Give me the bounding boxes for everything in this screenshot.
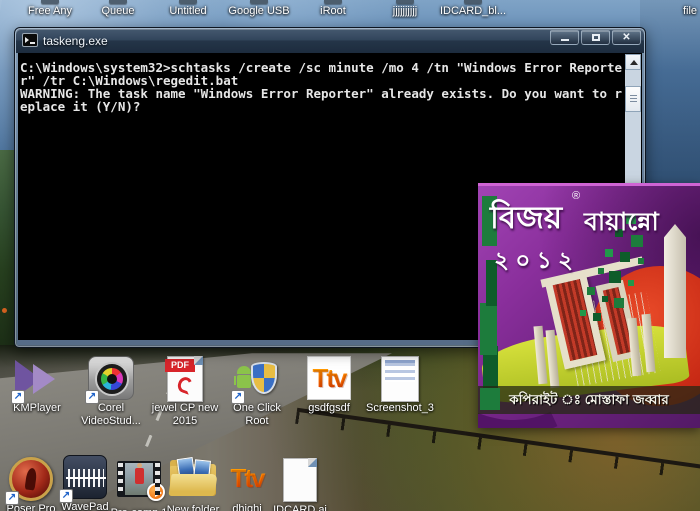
cropped-icon [109,0,127,4]
shortcut-arrow-icon [5,491,19,505]
console-text: C:\Windows\system32>schtasks /create /sc… [20,61,622,113]
poster-brand-text2: বায়ান্নো [584,208,659,236]
spreadsheet-file-icon [376,356,424,402]
icon-label: IDCARD_bl... [439,5,507,17]
ttv-logo-icon: Ttv [305,356,353,402]
desktop-icon-corel[interactable]: Corel VideoStud... [69,356,153,428]
poster-copyright: কপিরাইট ঃ মোস্তাফা জব্বার [478,386,700,414]
close-icon: ✕ [622,32,631,43]
corel-videostudio-icon [85,356,135,404]
close-button[interactable]: ✕ [612,30,641,45]
poster-brand-text: বিজয় [490,200,563,235]
icon-label: Corel VideoStud... [81,402,141,427]
shortcut-arrow-icon [59,489,73,503]
wallpaper-orange-dot [2,308,7,313]
cropped-icon [396,0,414,4]
poster-green-blocks [480,388,500,410]
poster-year: ২ ০ ১ ২ [494,247,573,273]
window-titlebar[interactable]: taskeng.exe ✕ [16,29,644,53]
pdf-document-icon: PDF [161,356,209,402]
scrollbar-thumb[interactable] [625,86,641,112]
cropped-icon [464,0,482,4]
cropped-icon [41,0,59,4]
console-app-icon [22,33,38,47]
android-shield-icon [231,356,281,404]
icon-label: Screenshot_3 [366,402,434,414]
bijoy-poster-image[interactable]: বিজয় ® বায়ান্নো ২ ০ ১ ২ কপিরাইট ঃ মোস্… [478,183,700,428]
cropped-icon [250,0,268,4]
desktop-icon-idcard-ai[interactable]: IDCARD ai [258,458,342,511]
desktop-icon-kmplayer[interactable]: KMPlayer [0,356,79,415]
console-line: eplace it (Y/N)? [20,99,141,114]
maximize-icon [592,34,600,41]
kmplayer-icon [11,356,61,404]
maximize-button[interactable] [581,30,610,45]
desktop-icon-screenshot3[interactable]: Screenshot_3 [358,356,442,415]
cropped-icon [324,0,342,4]
cropped-icon [179,0,197,4]
document-file-icon [276,458,324,504]
shortcut-arrow-icon [11,390,25,404]
scrollbar-up-arrow[interactable] [625,54,641,70]
window-title: taskeng.exe [43,34,108,48]
ttv-text: Ttv [308,363,350,394]
shortcut-arrow-icon [231,390,245,404]
minimize-button[interactable] [550,30,579,45]
icon-label: file [682,5,698,17]
registered-mark: ® [572,190,581,202]
icon-label: IDCARD ai [273,504,327,511]
minimize-icon [561,39,569,41]
pdf-logo-icon [175,375,195,395]
pdf-badge: PDF [165,359,195,372]
shortcut-arrow-icon [85,390,99,404]
shield-icon [251,362,277,394]
